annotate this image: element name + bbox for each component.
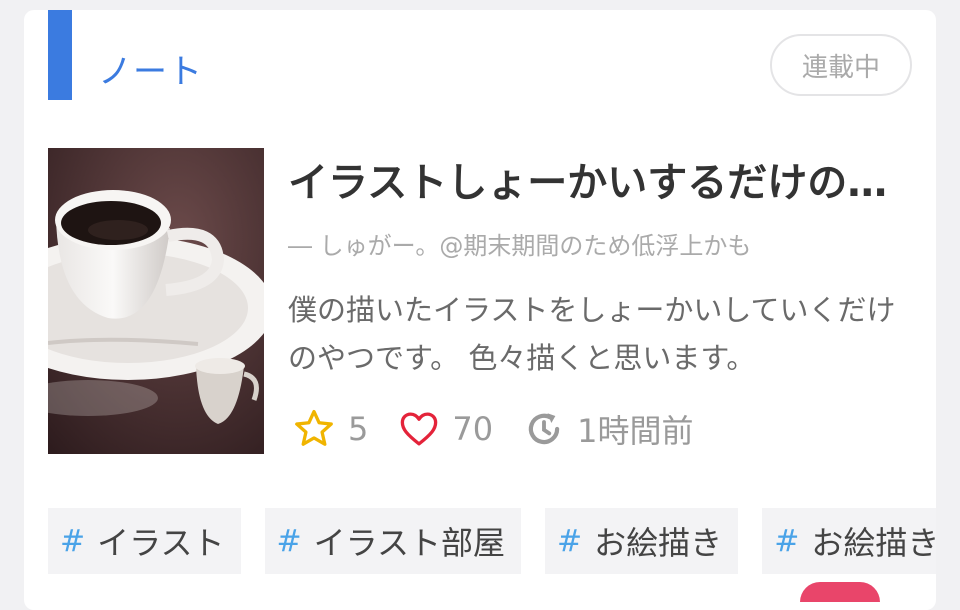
likes-count: 70 [452, 410, 494, 448]
history-icon [528, 413, 560, 445]
hash-icon: # [276, 523, 302, 559]
floating-action-button[interactable] [800, 582, 880, 602]
author-name[interactable]: ― しゅがー。@期末期間のため低浮上かも [288, 226, 864, 261]
hash-icon: # [557, 523, 583, 559]
category-label: ノート [98, 52, 203, 92]
tag-label: イラスト部屋 [313, 524, 506, 562]
tag-label: イラスト [97, 524, 225, 562]
thumbnail-image[interactable] [48, 148, 264, 454]
tag-label: お絵描き [594, 524, 723, 562]
stats-row: 5 70 1時間前 [292, 406, 723, 452]
hash-icon: # [60, 523, 86, 559]
tag-chip[interactable]: # お絵描き [762, 508, 936, 574]
story-card[interactable]: ノート 連載中 イラストしょーかいするだけのやつ ― しゅがー。@期末期間のため… [24, 10, 936, 610]
category-accent-bar [48, 10, 72, 100]
story-description: 僕の描いたイラストをしょーかいしていくだけのやつです。 色々描くと思います。 [288, 293, 896, 375]
updated-time: 1時間前 [577, 412, 694, 450]
status-badge-label: 連載中 [801, 52, 880, 83]
tag-label: お絵描き [811, 524, 936, 562]
tag-chip[interactable]: # お絵描き [545, 508, 739, 574]
stars-count: 5 [348, 410, 369, 448]
tag-list: # イラスト # イラスト部屋 # お絵描き # お絵描き [48, 508, 936, 578]
stars-stat: 5 [292, 407, 368, 451]
tag-chip[interactable]: # イラスト部屋 [264, 508, 522, 574]
updated-stat: 1時間前 [523, 406, 693, 452]
tag-chip[interactable]: # イラスト [48, 508, 241, 574]
hash-icon: # [774, 523, 800, 559]
heart-icon [401, 412, 438, 446]
coffee-cup-illustration [48, 148, 264, 454]
likes-stat: 70 [398, 408, 493, 450]
status-badge: 連載中 [770, 34, 912, 96]
star-icon [295, 409, 333, 446]
story-title[interactable]: イラストしょーかいするだけのやつ [288, 150, 914, 208]
